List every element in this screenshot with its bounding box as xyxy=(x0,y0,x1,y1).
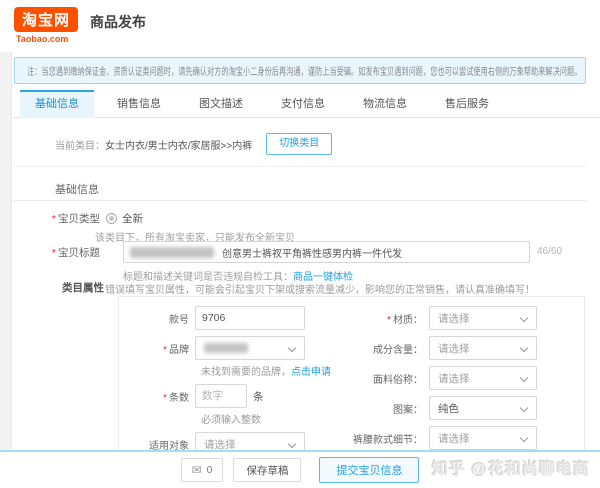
tab-sales-info[interactable]: 销售信息 xyxy=(102,90,176,118)
header: 淘宝网 Taobao.com 商品发布 xyxy=(0,0,600,52)
item-type-row: *宝贝类型 全新 xyxy=(0,211,600,227)
section-divider xyxy=(14,200,586,201)
attr-waist-style-value: 请选择 xyxy=(438,431,470,446)
watermark: 知乎 @花和尚聊电商 xyxy=(432,455,590,479)
message-count: 0 xyxy=(207,464,213,476)
divider xyxy=(14,166,586,167)
chevron-down-icon xyxy=(520,314,528,322)
condition-new-radio[interactable] xyxy=(106,213,117,224)
item-title-label: *宝贝标题 xyxy=(0,245,100,260)
tab-after-sales[interactable]: 售后服务 xyxy=(430,90,504,118)
attr-composition-value: 请选择 xyxy=(438,341,470,356)
envelope-icon: ✉ xyxy=(192,464,202,476)
submit-item-button[interactable]: 提交宝贝信息 xyxy=(319,457,419,483)
taobao-logo-subtext: Taobao.com xyxy=(16,34,78,44)
hint-text: 必须输入整数 xyxy=(201,415,261,426)
attr-fabric-name-select[interactable]: 请选择 xyxy=(429,366,537,390)
attr-material-value: 请选择 xyxy=(438,311,470,326)
category-value: 女士内衣/男士内衣/家居服>>内裤 xyxy=(105,137,252,152)
attr-label-brand: *品牌 xyxy=(119,341,195,356)
attr-label-pattern: 图案： xyxy=(347,401,429,416)
attr-brand-hint: 未找到需要的品牌，点击申请 xyxy=(201,363,347,378)
attributes-warning: 错误填写宝贝属性，可能会引起宝贝下架或搜索流量减少，影响您的正常销售，请认真准确… xyxy=(105,281,535,296)
attr-piece-count-hint: 必须输入整数 xyxy=(201,411,347,426)
title-char-counter: 46/60 xyxy=(537,246,562,257)
left-rail xyxy=(0,52,12,488)
chevron-down-icon xyxy=(520,374,528,382)
attr-label-composition: 成分含量： xyxy=(347,341,429,356)
footer-bar: ✉ 0 保存草稿 提交宝贝信息 知乎 @花和尚聊电商 xyxy=(0,450,600,488)
page-title: 商品发布 xyxy=(90,12,146,32)
attr-brand-select[interactable] xyxy=(195,336,305,360)
chevron-down-icon xyxy=(288,440,296,448)
chevron-down-icon xyxy=(520,434,528,442)
hint-text: 未找到需要的品牌， xyxy=(201,367,291,378)
notice-text: 注：当您遇到缴纳保证金、资质认证类问题时，请先确认对方的淘宝小二身份后再沟通，谨… xyxy=(27,63,581,78)
message-count-button[interactable]: ✉ 0 xyxy=(181,458,224,482)
required-asterisk: * xyxy=(52,213,56,225)
attr-label-waist-style: 裤腰款式细节： xyxy=(347,431,429,446)
blurred-brand-text xyxy=(130,247,214,258)
chevron-down-icon xyxy=(520,404,528,412)
attr-label-style-number: 款号 xyxy=(119,311,195,326)
attr-pattern-value: 纯色 xyxy=(438,401,459,416)
item-title-value: 创意男士裤衩平角裤性感男内裤一件代发 xyxy=(222,245,402,260)
attributes-panel: 款号*品牌未找到需要的品牌，点击申请*条数条必须输入整数适用对象请选择*适用性别… xyxy=(118,296,585,468)
tab-basic-info[interactable]: 基础信息 xyxy=(20,90,94,118)
hint-link[interactable]: 点击申请 xyxy=(291,367,331,378)
item-title-input[interactable]: 创意男士裤衩平角裤性感男内裤一件代发 xyxy=(123,241,530,263)
basic-section-title: 基础信息 xyxy=(55,181,99,197)
switch-category-button[interactable]: 切换类目 xyxy=(266,133,332,155)
item-type-radio-group: 全新 xyxy=(106,211,143,226)
tab-payment-info[interactable]: 支付信息 xyxy=(266,90,340,118)
attr-composition-select[interactable]: 请选择 xyxy=(429,336,537,360)
attr-piece-count-input[interactable] xyxy=(195,384,247,408)
chevron-down-icon xyxy=(520,344,528,352)
attributes-label: 类目属性 xyxy=(62,280,104,295)
category-label: 当前类目： xyxy=(55,137,105,152)
attr-material-select[interactable]: 请选择 xyxy=(429,306,537,330)
attr-fabric-name-value: 请选择 xyxy=(438,371,470,386)
chevron-down-icon xyxy=(288,344,296,352)
tab-image-text[interactable]: 图文描述 xyxy=(184,90,258,118)
tabs: 基础信息销售信息图文描述支付信息物流信息售后服务 xyxy=(20,90,586,118)
attr-style-number-input[interactable] xyxy=(195,306,305,330)
attr-label-piece-count: *条数 xyxy=(119,389,195,404)
category-bar: 当前类目： 女士内衣/男士内衣/家居服>>内裤 切换类目 xyxy=(55,132,332,156)
taobao-logo[interactable]: 淘宝网 Taobao.com xyxy=(14,7,78,44)
attr-waist-style-select[interactable]: 请选择 xyxy=(429,426,537,450)
blurred-value xyxy=(204,343,248,353)
tab-logistics-info[interactable]: 物流信息 xyxy=(348,90,422,118)
item-type-label: *宝贝类型 xyxy=(0,211,100,226)
condition-new-label: 全新 xyxy=(122,211,143,226)
attr-label-material: *材质： xyxy=(347,311,429,326)
attr-pattern-select[interactable]: 纯色 xyxy=(429,396,537,420)
publish-page: 淘宝网 Taobao.com 商品发布 注：当您遇到缴纳保证金、资质认证类问题时… xyxy=(0,0,600,488)
attr-label-fabric-name: 面料俗称： xyxy=(347,371,429,386)
unit-label: 条 xyxy=(253,389,264,404)
taobao-logo-icon: 淘宝网 xyxy=(14,7,78,32)
notice-bar: 注：当您遇到缴纳保证金、资质认证类问题时，请先确认对方的淘宝小二身份后再沟通，谨… xyxy=(14,57,586,84)
required-asterisk: * xyxy=(52,247,56,259)
save-draft-button[interactable]: 保存草稿 xyxy=(233,458,301,482)
